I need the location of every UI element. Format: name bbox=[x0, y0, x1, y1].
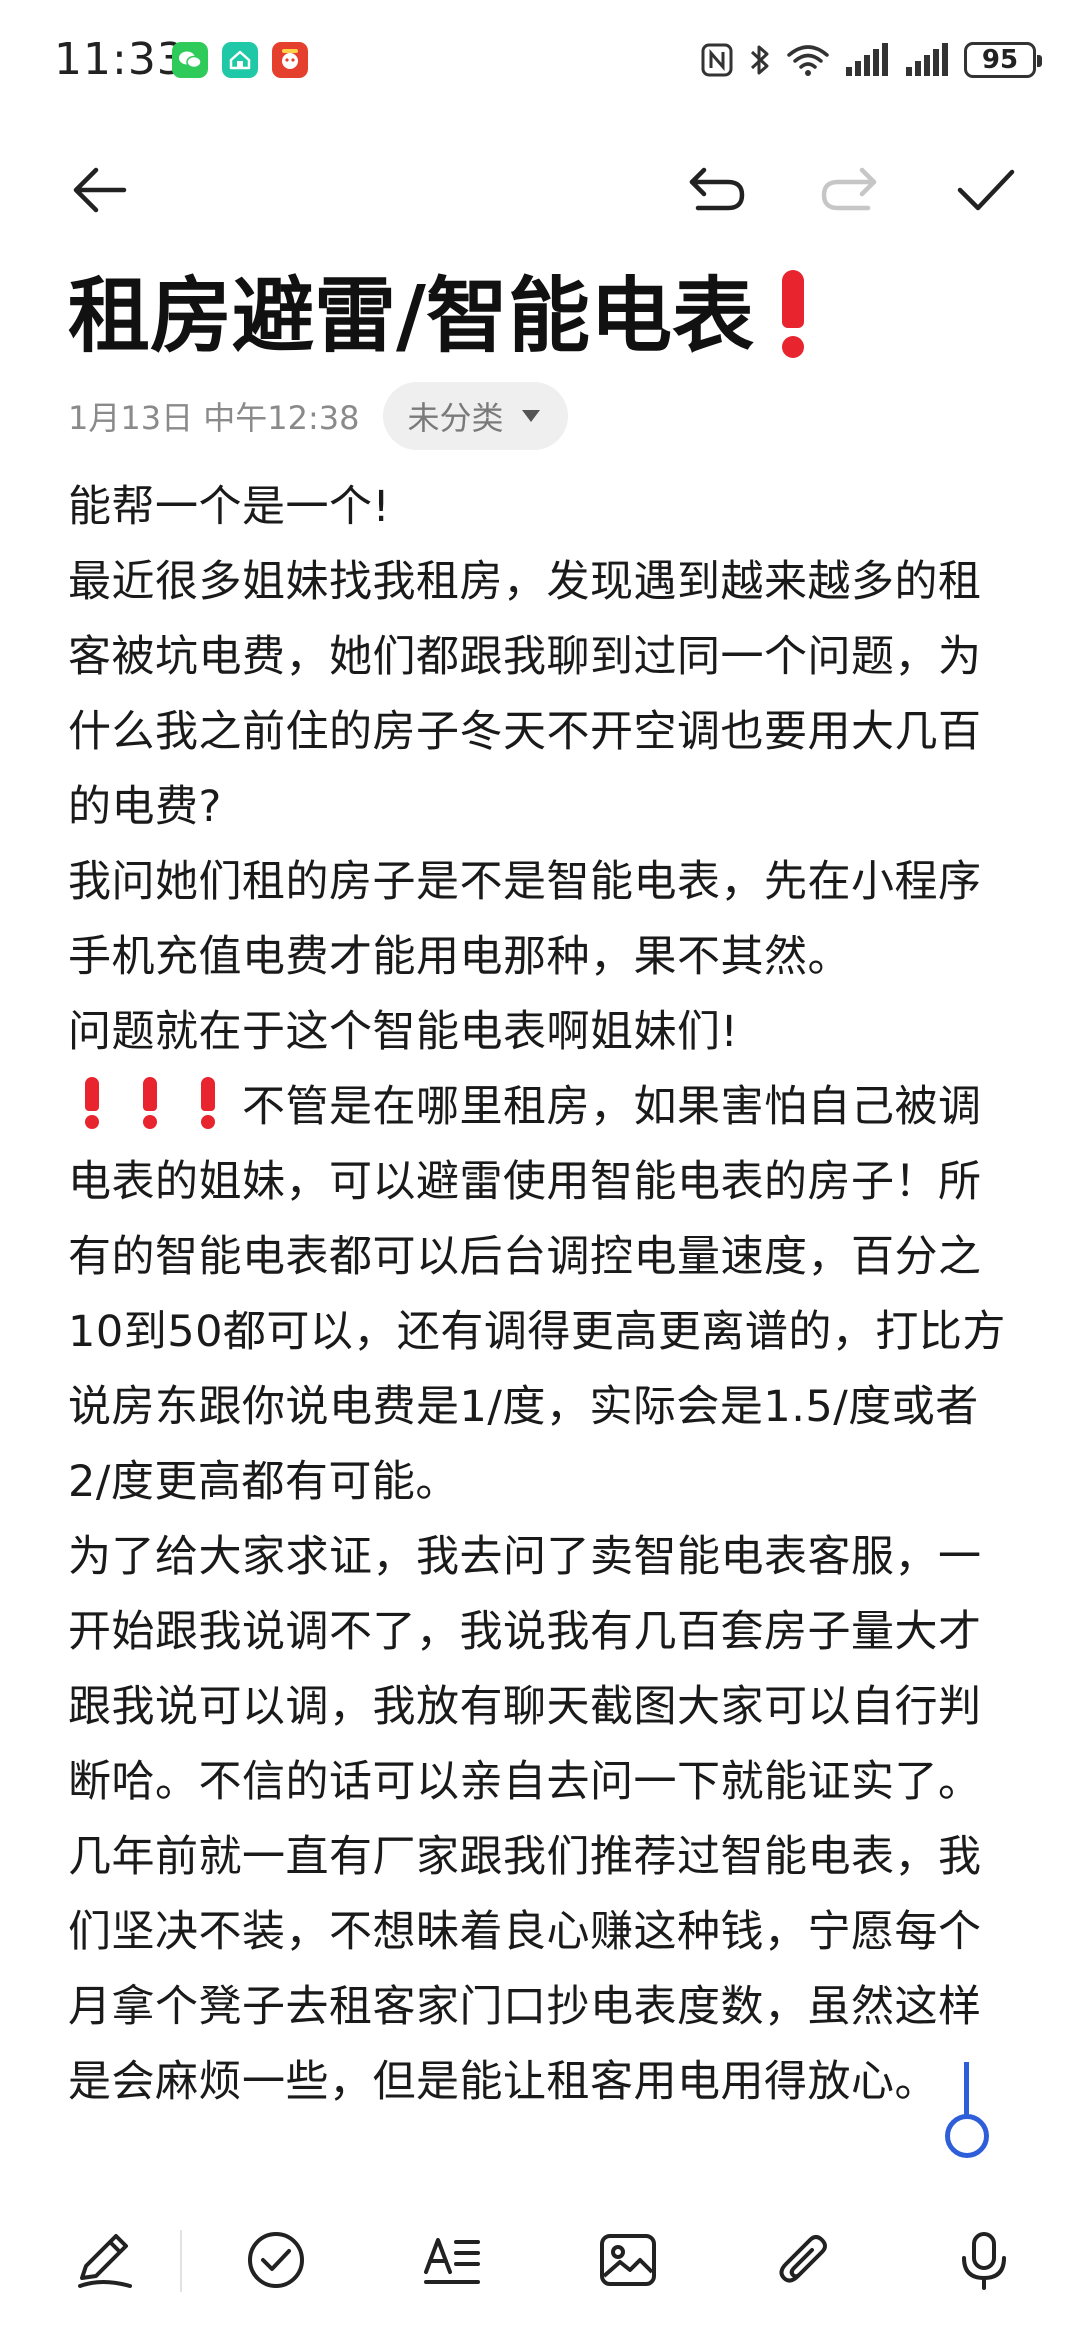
status-time: 11:33 bbox=[54, 34, 186, 85]
redo-icon bbox=[821, 167, 877, 211]
status-indicators: 95 bbox=[700, 38, 1042, 82]
note-date: 1月13日 中午12:38 bbox=[68, 399, 360, 437]
undo-icon bbox=[689, 167, 745, 211]
wifi-icon bbox=[787, 45, 829, 76]
check-icon bbox=[957, 169, 1015, 211]
toolbar-divider bbox=[180, 2230, 182, 2292]
signal-icon bbox=[846, 43, 888, 76]
text-format-button[interactable] bbox=[412, 2220, 492, 2300]
exclamation-emoji-icon bbox=[776, 262, 810, 358]
exclamation-emoji-icon bbox=[184, 1073, 232, 1129]
done-button[interactable] bbox=[946, 150, 1026, 230]
note-paragraph-text: 不管是在哪里租房，如果害怕自己被调电表的姐妹，可以避雷使用智能电表的房子！所有的… bbox=[68, 1082, 1006, 1507]
note-body[interactable]: 能帮一个是一个! 最近很多姐妹找我租房，发现遇到越来越多的租客被坑电费，她们都跟… bbox=[68, 470, 1018, 2120]
battery-icon: 95 bbox=[964, 42, 1042, 78]
checklist-icon bbox=[248, 2232, 304, 2288]
image-icon bbox=[600, 2234, 656, 2286]
exclamation-emoji-icon bbox=[68, 1073, 116, 1129]
signal-icon-2 bbox=[906, 43, 948, 76]
battery-level: 95 bbox=[981, 45, 1019, 75]
voice-input-button[interactable] bbox=[944, 2220, 1024, 2300]
exclamation-emoji-icon bbox=[126, 1073, 174, 1129]
handwriting-button[interactable] bbox=[64, 2220, 144, 2300]
nfc-icon bbox=[701, 43, 733, 77]
attachment-icon bbox=[779, 2235, 827, 2283]
note-paragraph: 为了给大家求证，我去问了卖智能电表客服，一开始跟我说调不了，我说我有几百套房子量… bbox=[68, 1532, 982, 1807]
note-meta: 1月13日 中午12:38 未分类 bbox=[68, 382, 568, 450]
microphone-icon bbox=[962, 2232, 1006, 2290]
text-format-icon bbox=[424, 2238, 480, 2284]
note-title[interactable]: 租房避雷/智能电表 bbox=[68, 262, 1028, 372]
text-cursor-handle[interactable] bbox=[943, 2062, 991, 2158]
caret-down-icon bbox=[521, 410, 540, 422]
note-paragraph: 问题就在于这个智能电表啊姐妹们! bbox=[68, 1007, 739, 1057]
wechat-icon bbox=[172, 42, 208, 78]
back-arrow-icon bbox=[73, 167, 127, 213]
note-title-text: 租房避雷/智能电表 bbox=[68, 269, 754, 364]
red-app-icon bbox=[272, 42, 308, 78]
status-bar: 11:33 95 bbox=[0, 0, 1080, 125]
note-paragraph: 我问她们租的房子是不是智能电表，先在小程序手机充值电费才能用电那种，果不其然。 bbox=[68, 857, 982, 982]
category-label: 未分类 bbox=[407, 399, 504, 437]
insert-image-button[interactable] bbox=[588, 2220, 668, 2300]
note-paragraph-warning: 不管是在哪里租房，如果害怕自己被调电表的姐妹，可以避雷使用智能电表的房子！所有的… bbox=[68, 1070, 1018, 1520]
category-dropdown[interactable]: 未分类 bbox=[383, 382, 568, 450]
note-paragraph: 最近很多姐妹找我租房，发现遇到越来越多的租客被坑电费，她们都跟我聊到过同一个问题… bbox=[68, 557, 982, 832]
bluetooth-icon bbox=[750, 45, 769, 75]
pen-icon bbox=[78, 2234, 132, 2288]
checklist-button[interactable] bbox=[236, 2220, 316, 2300]
editor-toolbar bbox=[0, 150, 1080, 230]
note-paragraph: 几年前就一直有厂家跟我们推荐过智能电表，我们坚决不装，不想昧着良心赚这种钱，宁愿… bbox=[68, 1832, 982, 2107]
attachment-button[interactable] bbox=[764, 2220, 844, 2300]
redo-button[interactable] bbox=[810, 150, 890, 230]
home-app-icon bbox=[222, 42, 258, 78]
bottom-toolbar bbox=[0, 2210, 1080, 2310]
undo-button[interactable] bbox=[676, 150, 756, 230]
back-button[interactable] bbox=[60, 150, 140, 230]
note-paragraph: 能帮一个是一个! bbox=[68, 482, 391, 532]
